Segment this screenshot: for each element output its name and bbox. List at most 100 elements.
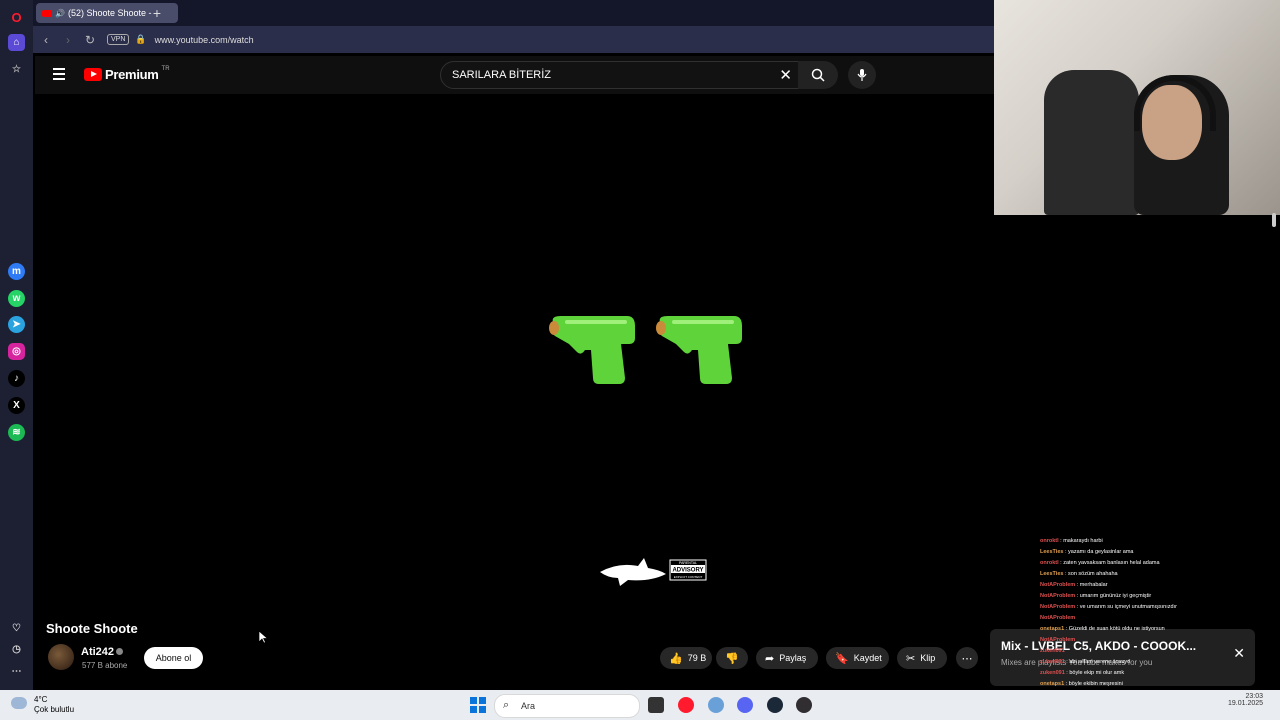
scissors-icon: ✂ (906, 652, 916, 665)
chat-message: NotAProblem (1040, 613, 1260, 624)
clear-search-icon[interactable]: ✕ (779, 66, 792, 84)
chat-message: onetaps1 : böyle ekibin meşresini (1040, 679, 1260, 690)
chat-message: NotAProblem : merhabalar (1040, 580, 1260, 591)
chat-username: onetaps1 (1040, 626, 1065, 632)
share-icon: ➦ (765, 652, 775, 665)
tab-title: (52) Shoote Shoote - (67, 8, 152, 18)
taskbar-search-input[interactable]: ⌕ Ara (494, 694, 640, 718)
forward-icon[interactable]: › (57, 33, 79, 47)
voice-search-button[interactable] (848, 61, 876, 89)
vpn-badge[interactable]: VPN (107, 34, 130, 45)
new-tab-button[interactable]: + (149, 5, 165, 21)
chat-username: zuken091 (1040, 659, 1065, 665)
subscribe-button[interactable]: Abone ol (144, 647, 203, 669)
channel-name[interactable]: Ati242 (81, 646, 114, 658)
dislike-button[interactable]: 👎 (716, 647, 748, 669)
chat-username: zuken091 (1040, 648, 1065, 654)
verified-icon (116, 648, 123, 655)
search-button[interactable] (798, 61, 838, 89)
bookmarks-icon[interactable]: ☆ (8, 61, 25, 78)
chat-message: NotAProblem : ve umarım su içmeyi unutma… (1040, 602, 1260, 613)
more-actions-button[interactable]: ⋯ (956, 647, 978, 669)
search-input[interactable]: SARILARA BİTERİZ ✕ (440, 61, 799, 89)
search-query: SARILARA BİTERİZ (452, 69, 552, 81)
webcam-overlay (994, 0, 1280, 215)
svg-text:ADVISORY: ADVISORY (672, 568, 703, 574)
chat-username: LeesTies (1040, 549, 1064, 555)
spotify-icon[interactable]: ≋ (8, 424, 25, 441)
chat-text: : zaten yavsaksam banlasın helal adama (1058, 560, 1160, 566)
share-label: Paylaş (779, 653, 807, 663)
avatar[interactable] (48, 644, 74, 670)
like-button[interactable]: 👍 79 B (660, 647, 712, 669)
tiktok-icon[interactable]: ♪ (8, 370, 25, 387)
chat-username: NotAProblem (1040, 615, 1076, 621)
youtube-logo[interactable]: Premium TR (84, 66, 170, 82)
chat-text: : merhabalar (1075, 582, 1108, 588)
whatsapp-icon[interactable]: w (8, 290, 25, 307)
svg-text:EXPLICIT CONTENT: EXPLICIT CONTENT (674, 575, 703, 579)
taskbar-search-label: Ara (521, 701, 536, 711)
opera-icon[interactable] (678, 697, 694, 713)
subscriber-count: 577 B abone (82, 661, 128, 670)
messenger-icon[interactable]: m (8, 263, 25, 280)
heart-icon[interactable]: ♡ (8, 620, 25, 637)
chat-text: : son sözüm ahahaha (1063, 571, 1118, 577)
settings-icon[interactable] (708, 697, 724, 713)
bookmark-icon: 🔖 (835, 652, 849, 665)
system-clock[interactable]: 23:03 19.01.2025 (1228, 693, 1263, 707)
shark-advisory-logo: PARENTAL ADVISORY EXPLICIT CONTENT (600, 558, 707, 586)
gaming-chair (1044, 70, 1139, 215)
clock-time: 23:03 (1245, 693, 1264, 700)
scrollbar[interactable] (1272, 213, 1276, 227)
microphone-icon (857, 69, 867, 81)
obs-icon[interactable] (796, 697, 812, 713)
file-explorer-icon[interactable] (648, 697, 664, 713)
search-icon (811, 68, 825, 82)
chat-text: : abi selam verene sovuyo (1064, 659, 1131, 665)
thumbs-up-icon: 👍 (669, 652, 683, 665)
chat-message: zuken091 (1040, 646, 1260, 657)
chat-username: zuken091 (1040, 670, 1065, 676)
url-field[interactable]: www.youtube.com/watch (155, 35, 254, 45)
tab-strip: 🔊 (52) Shoote Shoote - + (33, 0, 994, 26)
chat-message: LeesTies : son sözüm ahahaha (1040, 569, 1260, 580)
reload-icon[interactable]: ↻ (79, 33, 101, 47)
chat-username: NotAProblem (1040, 637, 1076, 643)
address-bar: ‹ › ↻ VPN 🔒 www.youtube.com/watch (33, 26, 994, 53)
clip-button[interactable]: ✂ Klip (897, 647, 947, 669)
back-icon[interactable]: ‹ (35, 33, 57, 47)
thumbs-down-icon: 👎 (725, 652, 739, 665)
chat-username: NotAProblem (1040, 582, 1076, 588)
hamburger-menu-icon[interactable] (53, 68, 65, 80)
opera-logo-icon[interactable]: O (8, 9, 25, 26)
telegram-icon[interactable]: ➤ (8, 316, 25, 333)
chat-text: : umarım gününüz iyi geçmiştir (1075, 593, 1152, 599)
chat-text: : ve umarım su içmeyi unutmamışsınızdır (1075, 604, 1177, 610)
history-icon[interactable]: ◷ (8, 641, 25, 658)
opera-sidebar: O ⌂ ☆ m w ➤ ◎ ♪ X ≋ ♡ ◷ ⋯ (0, 0, 33, 690)
cloud-icon[interactable] (11, 697, 27, 709)
steam-icon[interactable] (767, 697, 783, 713)
chat-message: onroktl : zaten yavsaksam banlasın helal… (1040, 558, 1260, 569)
weather-description[interactable]: Çok bulutlu (34, 705, 74, 714)
windows-start-icon[interactable] (470, 697, 486, 713)
like-count: 79 B (687, 653, 707, 663)
share-button[interactable]: ➦ Paylaş (756, 647, 818, 669)
youtube-favicon-icon (42, 9, 52, 17)
chat-message: onroktl : makaraydı harbi (1040, 536, 1260, 547)
instagram-icon[interactable]: ◎ (8, 343, 25, 360)
water-gun-icon (549, 316, 635, 384)
chat-message: NotAProblem (1040, 635, 1260, 646)
chat-message: onetaps1 : Güzeldi de suan kötü oldu ne … (1040, 624, 1260, 635)
weather-temperature[interactable]: 4°C (34, 695, 47, 704)
save-button[interactable]: 🔖 Kaydet (826, 647, 889, 669)
search-icon: ⌕ (503, 699, 510, 711)
chat-username: onroktl (1040, 538, 1059, 544)
home-icon[interactable]: ⌂ (8, 34, 25, 51)
more-icon[interactable]: ⋯ (8, 663, 25, 680)
discord-icon[interactable] (737, 697, 753, 713)
x-icon[interactable]: X (8, 397, 25, 414)
video-player[interactable]: PARENTAL ADVISORY EXPLICIT CONTENT (35, 94, 994, 612)
lock-icon[interactable]: 🔒 (135, 34, 146, 45)
